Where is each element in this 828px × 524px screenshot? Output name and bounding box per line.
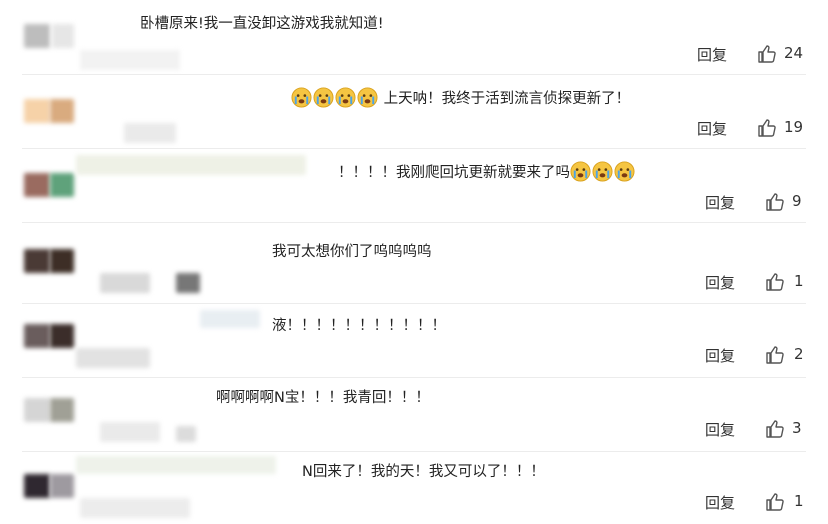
comment-item: ！！！！我刚爬回坑更新就要来了吗 回复 9 (0, 149, 828, 221)
thumbs-up-icon[interactable] (765, 192, 785, 212)
comment-item: N回来了！我的天！我又可以了！！！ 回复 1 (0, 452, 828, 524)
reply-button[interactable]: 回复 (697, 118, 727, 139)
blurred-meta (80, 498, 190, 518)
blurred-username (50, 398, 74, 422)
blurred-meta (176, 273, 200, 293)
comment-text-row: ！！！！我刚爬回坑更新就要来了吗 (338, 161, 636, 183)
thumbs-up-icon[interactable] (757, 118, 777, 138)
comment-item: 卧槽原来!我一直没卸这游戏我就知道! 回复 24 (0, 0, 828, 74)
comment-item: 啊啊啊啊N宝！！！我青回！！！ 回复 3 (0, 378, 828, 450)
blurred-username (50, 474, 74, 498)
comment-item: 上天呐！我终于活到流言侦探更新了！ 回复 19 (0, 75, 828, 147)
comment-text: 啊啊啊啊N宝！！！我青回！！！ (216, 390, 430, 406)
blurred-username (50, 99, 74, 123)
blurred-meta (76, 155, 306, 175)
blurred-avatar (24, 324, 50, 348)
like-count: 1 (794, 492, 804, 510)
blurred-username (50, 249, 74, 273)
like-count: 24 (784, 44, 804, 62)
reply-button[interactable]: 回复 (705, 419, 735, 440)
blurred-avatar (24, 24, 50, 48)
reply-button[interactable]: 回复 (705, 345, 735, 366)
reply-button[interactable]: 回复 (697, 44, 727, 65)
crying-face-emoji (291, 87, 384, 108)
comment-item: 我可太想你们了呜呜呜呜 回复 1 (0, 223, 828, 302)
reply-button[interactable]: 回复 (705, 492, 735, 513)
blurred-avatar (24, 99, 50, 123)
comment-item: 液！！！！！！！！！！！ 回复 2 (0, 304, 828, 376)
comment-text: 我可太想你们了呜呜呜呜 (272, 244, 432, 260)
blurred-meta (176, 426, 196, 442)
like-count: 19 (784, 118, 804, 136)
blurred-avatar (24, 249, 50, 273)
blurred-username (50, 173, 74, 197)
blurred-avatar (24, 398, 50, 422)
blurred-meta (100, 273, 150, 293)
blurred-avatar (24, 474, 50, 498)
thumbs-up-icon[interactable] (765, 492, 785, 512)
like-count: 1 (794, 272, 804, 290)
blurred-meta (200, 310, 260, 328)
like-count: 2 (794, 345, 804, 363)
thumbs-up-icon[interactable] (765, 345, 785, 365)
comment-text: ！！！！我刚爬回坑更新就要来了吗 (338, 165, 570, 181)
blurred-username (52, 24, 74, 48)
blurred-meta (124, 123, 176, 143)
comment-text: 液！！！！！！！！！！！ (272, 318, 446, 334)
thumbs-up-icon[interactable] (757, 44, 777, 64)
blurred-avatar (24, 173, 50, 197)
blurred-meta (100, 422, 160, 442)
blurred-meta (76, 456, 276, 474)
reply-button[interactable]: 回复 (705, 192, 735, 213)
blurred-meta (76, 348, 150, 368)
blurred-username (50, 324, 74, 348)
thumbs-up-icon[interactable] (765, 272, 785, 292)
comment-text: N回来了！我的天！我又可以了！！！ (302, 464, 545, 480)
reply-button[interactable]: 回复 (705, 272, 735, 293)
comment-text-row: 上天呐！我终于活到流言侦探更新了！ (291, 87, 630, 109)
blurred-meta (80, 50, 180, 70)
like-count: 3 (792, 419, 802, 437)
like-count: 9 (792, 192, 802, 210)
thumbs-up-icon[interactable] (765, 419, 785, 439)
crying-face-emoji (570, 161, 636, 182)
comment-text: 卧槽原来!我一直没卸这游戏我就知道! (140, 16, 384, 32)
comment-text: 上天呐！我终于活到流言侦探更新了！ (383, 91, 631, 107)
